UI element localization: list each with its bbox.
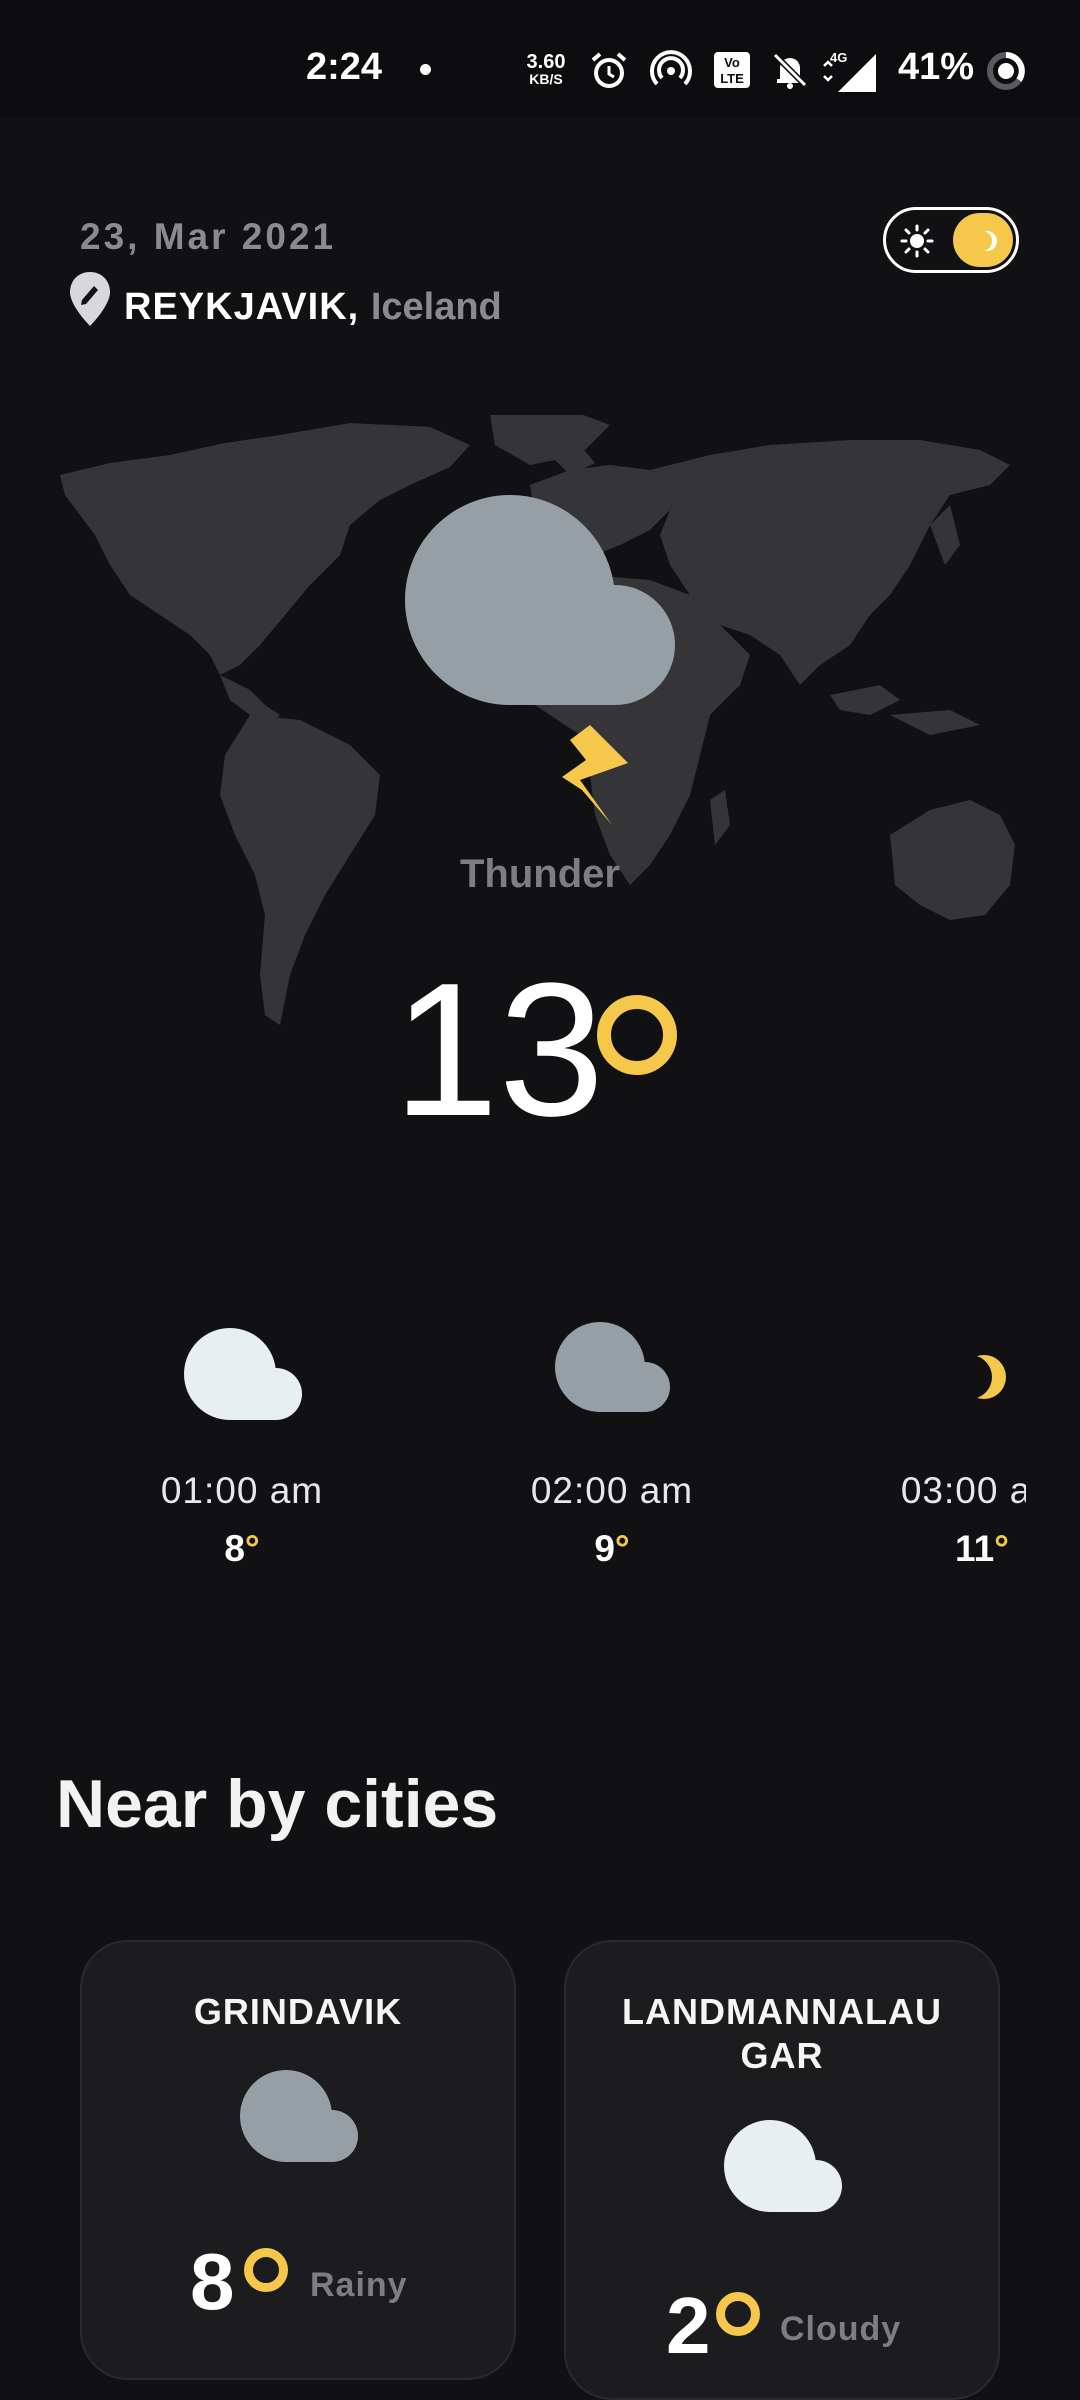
current-date: 23, Mar 2021 — [80, 216, 337, 257]
hourly-temp: 9° — [594, 1528, 630, 1569]
city-card-name-line2: GAR — [740, 2035, 824, 2076]
svg-text:Vo: Vo — [724, 55, 740, 70]
hourly-time: 01:00 am — [160, 1470, 324, 1511]
rain-cloud-icon — [240, 2070, 358, 2162]
volte-icon: Vo LTE — [714, 52, 750, 88]
hourly-temp: 11° — [955, 1528, 1009, 1569]
sun-icon — [900, 224, 934, 258]
city-card-name: LANDMANNALAU GAR — [596, 1990, 968, 2078]
network-speed-unit: KB/S — [529, 71, 563, 87]
location-label[interactable]: REYKJAVIK, Iceland — [124, 286, 502, 329]
city-card-temp: 8 — [190, 2237, 235, 2326]
status-bar: 2:24 3.60 KB/S Vo LTE 4G 41% — [0, 0, 1080, 118]
network-speed: 3.60 KB/S — [520, 52, 572, 86]
hourly-item-clip: 03:00 am 11° — [830, 1310, 1026, 1610]
network-type: 4G — [830, 50, 847, 65]
hourly-temp: 8° — [224, 1528, 260, 1569]
city-card-name-line1: LANDMANNALAU — [622, 1991, 942, 2032]
country-name: Iceland — [370, 286, 502, 328]
city-card[interactable]: LANDMANNALAU GAR 2 Cloudy — [564, 1940, 1000, 2400]
battery-ring-icon — [987, 52, 1025, 90]
city-name: REYKJAVIK, — [124, 286, 360, 328]
mute-bell-icon — [772, 52, 808, 89]
battery-percent: 41% — [898, 46, 975, 88]
city-card-temp: 2 — [666, 2281, 711, 2370]
current-condition: Thunder — [460, 852, 620, 896]
degree-icon — [244, 2248, 288, 2292]
svg-text:LTE: LTE — [720, 71, 744, 86]
theme-toggle[interactable] — [883, 207, 1019, 273]
hourly-time: 03:00 am — [900, 1470, 1026, 1511]
hotspot-icon — [650, 50, 692, 86]
status-time: 2:24 — [306, 46, 383, 88]
current-temperature: 13 — [393, 944, 605, 1156]
hourly-time: 02:00 am — [530, 1470, 694, 1511]
moon-icon — [954, 1355, 1006, 1399]
city-card[interactable]: GRINDAVIK 8 Rainy — [80, 1940, 516, 2380]
network-speed-value: 3.60 — [526, 51, 566, 73]
thunder-cloud-icon — [405, 495, 675, 825]
city-card-name: GRINDAVIK — [193, 1991, 403, 2032]
alarm-icon — [591, 52, 627, 88]
nearby-cities-title: Near by cities — [56, 1766, 499, 1842]
city-card-condition: Cloudy — [780, 2310, 902, 2348]
city-card-condition: Rainy — [310, 2266, 408, 2304]
moon-icon — [972, 231, 997, 251]
rain-cloud-icon — [555, 1322, 670, 1412]
degree-icon — [597, 995, 677, 1075]
degree-icon — [716, 2292, 760, 2336]
signal-icon: 4G — [823, 50, 876, 92]
cloud-icon — [184, 1328, 302, 1420]
location-pin-edit-icon[interactable] — [68, 270, 112, 330]
cloud-icon — [724, 2120, 842, 2212]
notification-dot — [420, 64, 431, 75]
